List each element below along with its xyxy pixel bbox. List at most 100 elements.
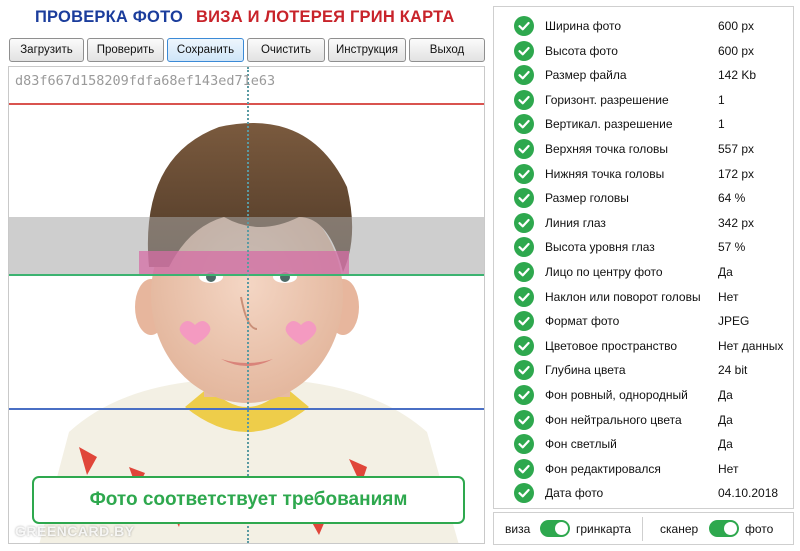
toggle-divider (642, 517, 643, 541)
result-label: Верхняя точка головы (545, 142, 669, 156)
photo-hash: d83f667d158209fdfa68ef143ed71e63 (15, 73, 276, 89)
visa-label: виза (505, 522, 531, 536)
result-value: Да (718, 437, 733, 452)
app-title: ПРОВЕРКА ФОТО (35, 8, 183, 26)
result-row: Размер головы 64 % (494, 186, 793, 210)
check-circle-icon (514, 335, 534, 356)
toggle-knob (724, 522, 737, 535)
result-label: Нижняя точка головы (545, 166, 665, 181)
exit-button[interactable]: Выход (409, 38, 485, 62)
result-label: Фон редактировался (545, 461, 661, 476)
clear-button[interactable]: Очистить (247, 38, 325, 62)
result-value: Да (718, 388, 733, 402)
check-circle-icon (514, 89, 534, 110)
result-row: Дата фото 04.10.2018 (494, 481, 793, 505)
result-row: Ширина фото 600 px (494, 14, 793, 38)
check-circle-icon (514, 212, 534, 233)
eye-line-marker (139, 251, 349, 274)
result-row: Фон светлый Да (494, 432, 793, 456)
result-row: Вертикал. разрешение 1 (494, 112, 793, 136)
result-row: Цветовое пространство Нет данных (494, 334, 793, 358)
result-label: Вертикал. разрешение (545, 117, 673, 132)
result-row: Лицо по центру фото Да (494, 260, 793, 284)
result-value: 557 px (718, 142, 755, 156)
photo-preview: d83f667d158209fdfa68ef143ed71e63 Фото со… (8, 66, 485, 544)
check-circle-icon (514, 385, 534, 405)
check-circle-icon (514, 483, 534, 504)
result-row: Линия глаз 342 px (494, 211, 793, 235)
result-label: Размер головы (545, 191, 629, 206)
toggle-knob (555, 522, 568, 535)
result-label: Дата фото (545, 486, 604, 501)
result-row: Высота фото 600 px (494, 39, 793, 63)
result-value: 64 % (718, 191, 746, 206)
result-value: Нет (718, 289, 739, 304)
check-circle-icon (514, 360, 534, 381)
save-button[interactable]: Сохранить (167, 38, 244, 62)
result-label: Горизонт. разрешение (545, 92, 669, 107)
check-circle-icon (514, 188, 534, 209)
result-row: Нижняя точка головы 172 px (494, 162, 793, 186)
result-label: Наклон или поворот головы (545, 289, 701, 304)
check-circle-icon (514, 163, 534, 184)
result-row: Фон редактировался Нет (494, 457, 793, 481)
results-panel: Ширина фото 600 px Высота фото 600 px Размер… (493, 6, 794, 509)
result-label: Линия глаз (545, 215, 606, 230)
check-circle-icon (514, 286, 534, 307)
mode-toggles: виза гринкарта сканер фото (493, 512, 794, 545)
result-value: 600 px (718, 43, 755, 58)
greencard-label: гринкарта (576, 522, 632, 536)
result-row: Формат фото JPEG (494, 309, 793, 333)
result-value: 57 % (718, 240, 746, 255)
result-value: Нет (718, 461, 739, 476)
scanner-photo-toggle[interactable] (709, 520, 739, 537)
result-value: JPEG (718, 314, 750, 329)
result-row: Фон нейтрального цвета Да (494, 408, 793, 432)
app-subtitle: ВИЗА И ЛОТЕРЕЯ ГРИН КАРТА (196, 8, 455, 26)
result-row: Размер файла 142 Kb (494, 63, 793, 87)
check-circle-icon (514, 409, 534, 430)
result-label: Фон нейтрального цвета (545, 412, 682, 427)
photo-label: фото (745, 522, 774, 536)
result-value: 1 (718, 92, 725, 107)
check-circle-icon (514, 114, 534, 135)
result-label: Фон ровный, однородный (545, 388, 688, 402)
instructions-button[interactable]: Инструкция (328, 38, 406, 62)
result-label: Формат фото (545, 314, 620, 329)
result-message: Фото соответствует требованиям (32, 476, 465, 524)
toolbar: Загрузить Проверить Сохранить Очистить И… (9, 38, 485, 62)
result-value: Да (718, 265, 733, 279)
scanner-label: сканер (660, 522, 699, 536)
result-label: Высота фото (545, 43, 618, 58)
result-label: Глубина цвета (545, 363, 626, 378)
check-circle-icon (514, 139, 534, 159)
result-label: Лицо по центру фото (545, 265, 663, 279)
result-row: Высота уровня глаз 57 % (494, 235, 793, 259)
result-value: 342 px (718, 215, 755, 230)
result-row: Фон ровный, однородный Да (494, 383, 793, 407)
result-value: 1 (718, 117, 725, 132)
result-value: Нет данных (718, 338, 784, 353)
result-label: Размер файла (545, 68, 627, 83)
check-circle-icon (514, 262, 534, 282)
check-circle-icon (514, 65, 534, 86)
load-button[interactable]: Загрузить (9, 38, 84, 62)
result-value: 172 px (718, 166, 755, 181)
check-circle-icon (514, 237, 534, 258)
visa-greencard-toggle[interactable] (540, 520, 570, 537)
check-circle-icon (514, 434, 534, 455)
result-label: Фон светлый (545, 437, 617, 452)
result-value: 04.10.2018 (718, 486, 779, 501)
result-row: Верхняя точка головы 557 px (494, 137, 793, 161)
result-row: Глубина цвета 24 bit (494, 358, 793, 382)
watermark-text: GREENCARD.BY (15, 523, 135, 539)
result-value: Да (718, 412, 733, 427)
result-row: Наклон или поворот головы Нет (494, 285, 793, 309)
result-label: Ширина фото (545, 19, 622, 33)
result-value: 142 Kb (718, 68, 757, 83)
result-label: Высота уровня глаз (545, 240, 655, 255)
center-line (247, 67, 249, 543)
check-circle-icon (514, 16, 534, 36)
check-circle-icon (514, 458, 534, 479)
check-button[interactable]: Проверить (87, 38, 164, 62)
